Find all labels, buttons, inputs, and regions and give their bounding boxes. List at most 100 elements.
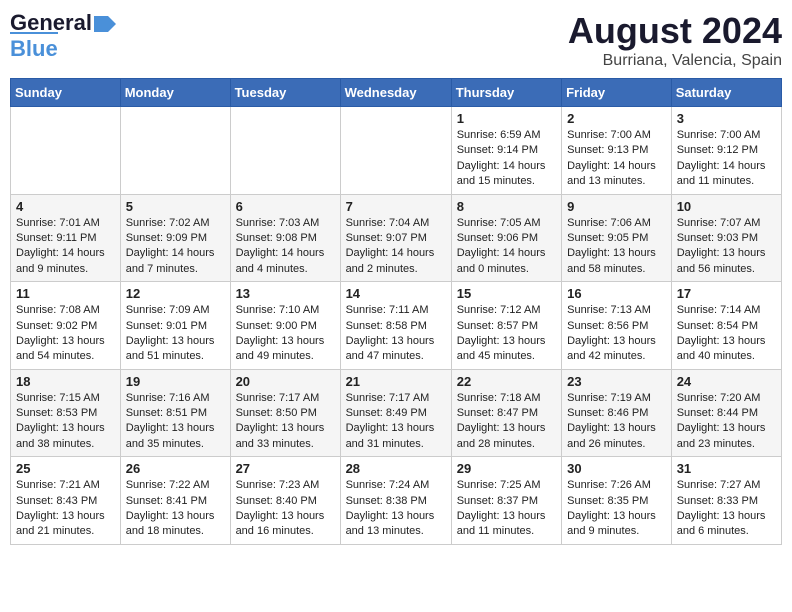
day-number: 1 [457,111,556,126]
weekday-header-monday: Monday [120,79,230,107]
logo: General Blue [10,10,116,62]
calendar-title-area: August 2024 Burriana, Valencia, Spain [568,10,782,70]
calendar-cell: 31Sunrise: 7:27 AM Sunset: 8:33 PM Dayli… [671,457,781,545]
calendar-cell: 2 Sunrise: 7:00 AM Sunset: 9:13 PM Daylig… [562,107,672,195]
day-number: 2 [567,111,666,126]
cell-content: Sunrise: 6:59 AM Sunset: 9:14 PM Dayligh… [457,128,556,190]
day-number: 25 [16,461,115,476]
calendar-cell: 14 Sunrise: 7:11 AM Sunset: 8:58 PM Dayli… [340,282,451,370]
calendar-cell: 20 Sunrise: 7:17 AM Sunset: 8:50 PM Dayli… [230,369,340,457]
cell-content: Sunrise: 7:21 AM Sunset: 8:43 PM Dayligh… [16,478,115,540]
calendar-cell: 27Sunrise: 7:23 AM Sunset: 8:40 PM Dayli… [230,457,340,545]
calendar-cell: 11 Sunrise: 7:08 AM Sunset: 9:02 PM Dayli… [11,282,121,370]
cell-content: Sunrise: 7:01 AM Sunset: 9:11 PM Dayligh… [16,216,115,278]
day-number: 11 [16,286,115,301]
day-number: 8 [457,199,556,214]
calendar-cell: 7Sunrise: 7:04 AM Sunset: 9:07 PM Daylig… [340,194,451,282]
calendar-header: SundayMondayTuesdayWednesdayThursdayFrid… [11,79,782,107]
day-number: 29 [457,461,556,476]
week-row-2: 4 Sunrise: 7:01 AM Sunset: 9:11 PM Daylig… [11,194,782,282]
weekday-header-saturday: Saturday [671,79,781,107]
cell-content: Sunrise: 7:12 AM Sunset: 8:57 PM Dayligh… [457,303,556,365]
cell-content: Sunrise: 7:16 AM Sunset: 8:51 PM Dayligh… [126,391,225,453]
cell-content: Sunrise: 7:08 AM Sunset: 9:02 PM Dayligh… [16,303,115,365]
cell-content: Sunrise: 7:14 AM Sunset: 8:54 PM Dayligh… [677,303,776,365]
calendar-cell: 24 Sunrise: 7:20 AM Sunset: 8:44 PM Dayli… [671,369,781,457]
cell-content: Sunrise: 7:03 AM Sunset: 9:08 PM Dayligh… [236,216,335,278]
day-number: 17 [677,286,776,301]
calendar-cell: 17 Sunrise: 7:14 AM Sunset: 8:54 PM Dayli… [671,282,781,370]
day-number: 10 [677,199,776,214]
week-row-3: 11 Sunrise: 7:08 AM Sunset: 9:02 PM Dayli… [11,282,782,370]
day-number: 13 [236,286,335,301]
calendar-cell: 12 Sunrise: 7:09 AM Sunset: 9:01 PM Dayli… [120,282,230,370]
calendar-cell: 5Sunrise: 7:02 AM Sunset: 9:09 PM Daylig… [120,194,230,282]
calendar-cell: 29 Sunrise: 7:25 AM Sunset: 8:37 PM Dayli… [451,457,561,545]
weekday-header-friday: Friday [562,79,672,107]
day-number: 31 [677,461,776,476]
calendar-cell: 21Sunrise: 7:17 AM Sunset: 8:49 PM Dayli… [340,369,451,457]
day-number: 30 [567,461,666,476]
cell-content: Sunrise: 7:13 AM Sunset: 8:56 PM Dayligh… [567,303,666,365]
weekday-header-wednesday: Wednesday [340,79,451,107]
calendar-cell: 25 Sunrise: 7:21 AM Sunset: 8:43 PM Dayli… [11,457,121,545]
day-number: 24 [677,374,776,389]
calendar-cell [230,107,340,195]
cell-content: Sunrise: 7:22 AM Sunset: 8:41 PM Dayligh… [126,478,225,540]
weekday-header-thursday: Thursday [451,79,561,107]
weekday-header-tuesday: Tuesday [230,79,340,107]
cell-content: Sunrise: 7:17 AM Sunset: 8:50 PM Dayligh… [236,391,335,453]
calendar-cell: 22 Sunrise: 7:18 AM Sunset: 8:47 PM Dayli… [451,369,561,457]
calendar-cell: 28 Sunrise: 7:24 AM Sunset: 8:38 PM Dayli… [340,457,451,545]
cell-content: Sunrise: 7:04 AM Sunset: 9:07 PM Dayligh… [346,216,446,278]
weekday-header-row: SundayMondayTuesdayWednesdayThursdayFrid… [11,79,782,107]
calendar-cell: 19 Sunrise: 7:16 AM Sunset: 8:51 PM Dayli… [120,369,230,457]
day-number: 22 [457,374,556,389]
calendar-cell: 30Sunrise: 7:26 AM Sunset: 8:35 PM Dayli… [562,457,672,545]
calendar-cell: 23 Sunrise: 7:19 AM Sunset: 8:46 PM Dayli… [562,369,672,457]
day-number: 20 [236,374,335,389]
cell-content: Sunrise: 7:20 AM Sunset: 8:44 PM Dayligh… [677,391,776,453]
cell-content: Sunrise: 7:02 AM Sunset: 9:09 PM Dayligh… [126,216,225,278]
calendar-cell: 26Sunrise: 7:22 AM Sunset: 8:41 PM Dayli… [120,457,230,545]
cell-content: Sunrise: 7:24 AM Sunset: 8:38 PM Dayligh… [346,478,446,540]
page-header: General Blue August 2024 Burriana, Valen… [10,10,782,70]
cell-content: Sunrise: 7:11 AM Sunset: 8:58 PM Dayligh… [346,303,446,365]
calendar-cell: 6 Sunrise: 7:03 AM Sunset: 9:08 PM Daylig… [230,194,340,282]
day-number: 28 [346,461,446,476]
calendar-cell: 9Sunrise: 7:06 AM Sunset: 9:05 PM Daylig… [562,194,672,282]
day-number: 3 [677,111,776,126]
calendar-subtitle: Burriana, Valencia, Spain [568,52,782,70]
cell-content: Sunrise: 7:09 AM Sunset: 9:01 PM Dayligh… [126,303,225,365]
day-number: 9 [567,199,666,214]
day-number: 12 [126,286,225,301]
day-number: 23 [567,374,666,389]
calendar-cell: 13Sunrise: 7:10 AM Sunset: 9:00 PM Dayli… [230,282,340,370]
calendar-cell: 4 Sunrise: 7:01 AM Sunset: 9:11 PM Daylig… [11,194,121,282]
day-number: 27 [236,461,335,476]
calendar-title: August 2024 [568,10,782,52]
cell-content: Sunrise: 7:18 AM Sunset: 8:47 PM Dayligh… [457,391,556,453]
logo-arrow-icon [94,16,116,32]
day-number: 16 [567,286,666,301]
week-row-4: 18Sunrise: 7:15 AM Sunset: 8:53 PM Dayli… [11,369,782,457]
calendar-cell [11,107,121,195]
cell-content: Sunrise: 7:17 AM Sunset: 8:49 PM Dayligh… [346,391,446,453]
cell-content: Sunrise: 7:25 AM Sunset: 8:37 PM Dayligh… [457,478,556,540]
week-row-5: 25 Sunrise: 7:21 AM Sunset: 8:43 PM Dayli… [11,457,782,545]
calendar-body: 1 Sunrise: 6:59 AM Sunset: 9:14 PM Daylig… [11,107,782,545]
day-number: 19 [126,374,225,389]
calendar-cell [120,107,230,195]
cell-content: Sunrise: 7:07 AM Sunset: 9:03 PM Dayligh… [677,216,776,278]
cell-content: Sunrise: 7:19 AM Sunset: 8:46 PM Dayligh… [567,391,666,453]
calendar-cell [340,107,451,195]
logo-blue: Blue [10,32,58,61]
cell-content: Sunrise: 7:00 AM Sunset: 9:13 PM Dayligh… [567,128,666,190]
cell-content: Sunrise: 7:15 AM Sunset: 8:53 PM Dayligh… [16,391,115,453]
week-row-1: 1 Sunrise: 6:59 AM Sunset: 9:14 PM Daylig… [11,107,782,195]
day-number: 6 [236,199,335,214]
day-number: 14 [346,286,446,301]
calendar-cell: 18Sunrise: 7:15 AM Sunset: 8:53 PM Dayli… [11,369,121,457]
day-number: 4 [16,199,115,214]
calendar-cell: 8Sunrise: 7:05 AM Sunset: 9:06 PM Daylig… [451,194,561,282]
